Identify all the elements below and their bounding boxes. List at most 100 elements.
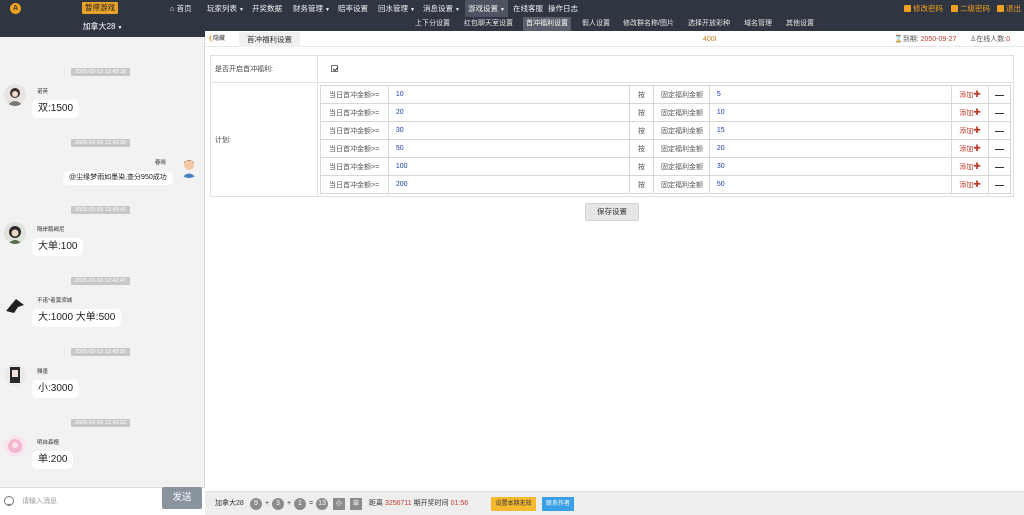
- chat-room-selector[interactable]: 加拿大28 ▼: [0, 17, 205, 37]
- bonus-input[interactable]: 50: [708, 175, 953, 194]
- nav-finance[interactable]: 财务管理 ▼: [293, 0, 330, 17]
- remove-row-button[interactable]: —: [988, 103, 1011, 122]
- subnav-other[interactable]: 其他设置: [783, 17, 817, 31]
- remove-row-button[interactable]: —: [988, 175, 1011, 194]
- bonus-input[interactable]: 15: [708, 121, 953, 140]
- subnav-redpacket-chatroom[interactable]: 红包聊天室设置: [461, 17, 516, 31]
- nav-draw-data[interactable]: 开奖数据: [252, 0, 282, 17]
- message-username: 雅墨: [37, 369, 49, 375]
- plan-row: 当日首冲金额>= 100 按 固定福利金额 30 添加✚ —: [320, 157, 1011, 176]
- bonus-input[interactable]: 30: [708, 157, 953, 176]
- operator-label: 按: [629, 157, 655, 176]
- subnav-first-deposit[interactable]: 首冲福利设置: [523, 17, 571, 31]
- invalidate-draw-button[interactable]: 设置本期无效: [491, 497, 536, 511]
- caret-down-icon: ▼: [325, 7, 330, 13]
- plus-icon: ✚: [973, 143, 981, 153]
- avatar[interactable]: [4, 293, 26, 315]
- equals-sign: =: [309, 500, 314, 507]
- bonus-label: 固定福利金额: [653, 139, 710, 158]
- add-row-button[interactable]: 添加✚: [951, 175, 989, 194]
- operator-label: 按: [629, 139, 655, 158]
- enable-label: 是否开启首冲福利:: [210, 55, 318, 83]
- caret-down-icon: ▼: [410, 7, 415, 13]
- nav-game-settings[interactable]: 游戏设置 ▼: [465, 0, 508, 17]
- condition-label: 当日首冲金额>=: [320, 85, 389, 104]
- nav-odds[interactable]: 赔率设置: [338, 0, 368, 17]
- plus-icon: ✚: [973, 89, 981, 99]
- message-bubble: 大:1000 大单:500: [32, 309, 122, 327]
- amount-input[interactable]: 20: [387, 103, 631, 122]
- sub-nav: 上下分设置 红包聊天室设置 首冲福利设置 假人设置 修改群名称/图片 选择开放彩…: [205, 17, 1024, 31]
- plus-icon: ✚: [973, 107, 981, 117]
- add-row-button[interactable]: 添加✚: [951, 139, 989, 158]
- message-username: 诺英: [37, 89, 49, 95]
- message-timestamp: 2025-03-03 12:43:38: [71, 68, 131, 76]
- tab-first-deposit[interactable]: 首冲福利设置: [239, 32, 300, 47]
- nav-rebate[interactable]: 回水管理 ▼: [378, 0, 415, 17]
- nav-operation-log[interactable]: 操作日志: [548, 0, 578, 17]
- plan-row: 当日首冲金额>= 200 按 固定福利金额 50 添加✚ —: [320, 175, 1011, 194]
- hide-sidebar-button[interactable]: ❮隐藏: [208, 34, 225, 45]
- plan-row: 当日首冲金额>= 10 按 固定福利金额 5 添加✚ —: [320, 85, 1011, 104]
- caret-down-icon: ▼: [117, 25, 123, 31]
- add-row-button[interactable]: 添加✚: [951, 103, 989, 122]
- draw-status-bar: 加拿大28 9 + 3 + 1 = 13 小 单 距离 3256711 期开奖时…: [205, 491, 1024, 515]
- nav-online-service[interactable]: 在线客服: [513, 0, 543, 17]
- avatar[interactable]: [4, 364, 26, 386]
- remove-row-button[interactable]: —: [988, 139, 1011, 158]
- secondary-password-link[interactable]: 二级密码: [951, 0, 990, 17]
- message-timestamp: 2025-03-03 12:43:52: [71, 419, 131, 427]
- amount-input[interactable]: 10: [387, 85, 631, 104]
- avatar[interactable]: [4, 84, 26, 106]
- nav-player-list[interactable]: 玩家列表 ▼: [207, 0, 244, 17]
- message-username: 春晓: [155, 160, 167, 166]
- add-row-button[interactable]: 添加✚: [951, 121, 989, 140]
- message-timestamp: 2025-03-03 12:43:39: [71, 139, 131, 147]
- avatar[interactable]: [4, 435, 26, 457]
- nav-message-settings[interactable]: 消息设置 ▼: [423, 0, 460, 17]
- remove-row-button[interactable]: —: [988, 157, 1011, 176]
- subnav-domain[interactable]: 域名管理: [741, 17, 775, 31]
- bonus-label: 固定福利金额: [653, 175, 710, 194]
- hourglass-icon: ⌛: [894, 36, 903, 43]
- contact-author-button[interactable]: 联系作者: [542, 497, 574, 511]
- remove-row-button[interactable]: —: [988, 121, 1011, 140]
- bonus-input[interactable]: 5: [708, 85, 953, 104]
- expire-info: ⌛到期: 2050-09-27: [894, 36, 957, 43]
- subnav-lottery-types[interactable]: 选择开放彩种: [685, 17, 733, 31]
- amount-input[interactable]: 50: [387, 139, 631, 158]
- amount-input[interactable]: 100: [387, 157, 631, 176]
- subnav-updown-points[interactable]: 上下分设置: [412, 17, 453, 31]
- subnav-fake-users[interactable]: 假人设置: [579, 17, 613, 31]
- save-settings-button[interactable]: 保存设置: [585, 203, 639, 221]
- condition-label: 当日首冲金额>=: [320, 175, 389, 194]
- add-row-button[interactable]: 添加✚: [951, 85, 989, 104]
- result-size-badge: 小: [333, 498, 345, 510]
- avatar[interactable]: [178, 156, 200, 178]
- tabs-bar: ❮隐藏 首冲福利设置 400I ⌛到期: 2050-09-27 ♙在线人数:0: [205, 32, 1024, 47]
- logout-link[interactable]: 退出: [997, 0, 1021, 17]
- add-row-button[interactable]: 添加✚: [951, 157, 989, 176]
- emoji-icon[interactable]: [4, 496, 14, 506]
- enable-checkbox[interactable]: [331, 65, 338, 73]
- amount-input[interactable]: 200: [387, 175, 631, 194]
- bonus-label: 固定福利金额: [653, 121, 710, 140]
- operator-label: 按: [629, 175, 655, 194]
- bonus-input[interactable]: 10: [708, 103, 953, 122]
- chat-message-input[interactable]: [22, 493, 152, 509]
- amount-input[interactable]: 30: [387, 121, 631, 140]
- change-password-link[interactable]: 修改密码: [904, 0, 943, 17]
- nav-home[interactable]: ⌂ 首页: [170, 0, 192, 17]
- send-button[interactable]: 发送: [162, 487, 202, 509]
- bonus-input[interactable]: 20: [708, 139, 953, 158]
- logo[interactable]: A: [10, 3, 21, 14]
- caret-down-icon: ▼: [455, 7, 460, 13]
- pause-game-button[interactable]: 暂停游戏: [82, 2, 118, 14]
- bonus-label: 固定福利金额: [653, 103, 710, 122]
- subnav-group-name[interactable]: 修改群名称/图片: [620, 17, 677, 31]
- avatar[interactable]: [4, 222, 26, 244]
- remove-row-button[interactable]: —: [988, 85, 1011, 104]
- message-username: 不诺°者莫须城: [37, 298, 73, 304]
- result-ball: 3: [272, 498, 284, 510]
- condition-label: 当日首冲金额>=: [320, 121, 389, 140]
